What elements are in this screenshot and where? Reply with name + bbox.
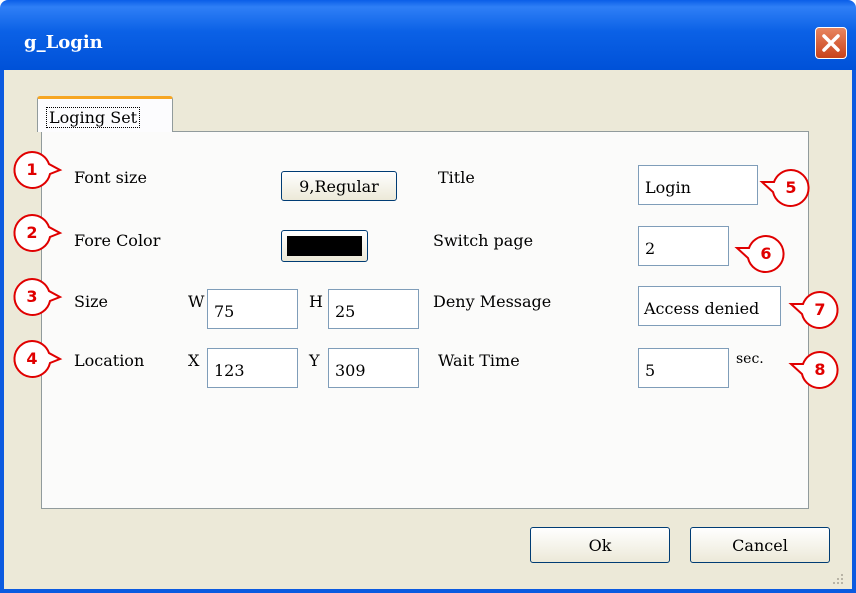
ok-button[interactable]: Ok — [530, 527, 670, 563]
close-icon — [822, 34, 840, 52]
window-title: g_Login — [24, 32, 103, 53]
switch-page-label: Switch page — [433, 231, 534, 250]
callout-4: 4 — [12, 339, 63, 383]
fore-color-label: Fore Color — [74, 231, 161, 250]
wait-unit-label: sec. — [736, 351, 764, 367]
y-label: Y — [309, 351, 320, 370]
y-field[interactable]: 309 — [328, 348, 419, 388]
tab-label: Loging Set — [46, 107, 141, 128]
tab-loging-set[interactable]: Loging Set — [37, 96, 173, 132]
fore-color-button[interactable] — [281, 230, 368, 262]
close-button[interactable] — [815, 27, 847, 59]
title-label: Title — [438, 168, 475, 187]
font-button[interactable]: 9,Regular — [281, 171, 397, 201]
width-label: W — [188, 292, 205, 311]
wait-time-label: Wait Time — [438, 351, 520, 370]
cancel-button[interactable]: Cancel — [690, 527, 830, 563]
x-field[interactable]: 123 — [207, 348, 298, 388]
login-dialog: g_Login Loging Set Font size 9,Regular F… — [0, 0, 856, 593]
deny-message-label: Deny Message — [433, 292, 552, 311]
switch-page-field[interactable]: 2 — [638, 226, 729, 266]
x-label: X — [188, 351, 200, 370]
callout-8: 8 — [788, 350, 840, 394]
title-field[interactable]: Login — [638, 165, 758, 205]
color-swatch — [287, 236, 362, 256]
callout-1: 1 — [12, 150, 63, 194]
size-label: Size — [74, 292, 108, 311]
deny-message-field[interactable]: Access denied — [638, 286, 781, 326]
title-bar[interactable]: g_Login — [0, 0, 856, 70]
callout-6: 6 — [734, 234, 786, 278]
font-size-label: Font size — [74, 168, 147, 187]
callout-7: 7 — [788, 290, 840, 334]
callout-3: 3 — [12, 277, 63, 321]
height-label: H — [309, 292, 323, 311]
width-field[interactable]: 75 — [207, 289, 298, 329]
height-field[interactable]: 25 — [328, 289, 419, 329]
callout-5: 5 — [759, 168, 811, 212]
wait-time-field[interactable]: 5 — [638, 348, 729, 388]
location-label: Location — [74, 351, 145, 370]
resize-grip-icon[interactable] — [826, 568, 846, 588]
callout-2: 2 — [12, 213, 63, 257]
